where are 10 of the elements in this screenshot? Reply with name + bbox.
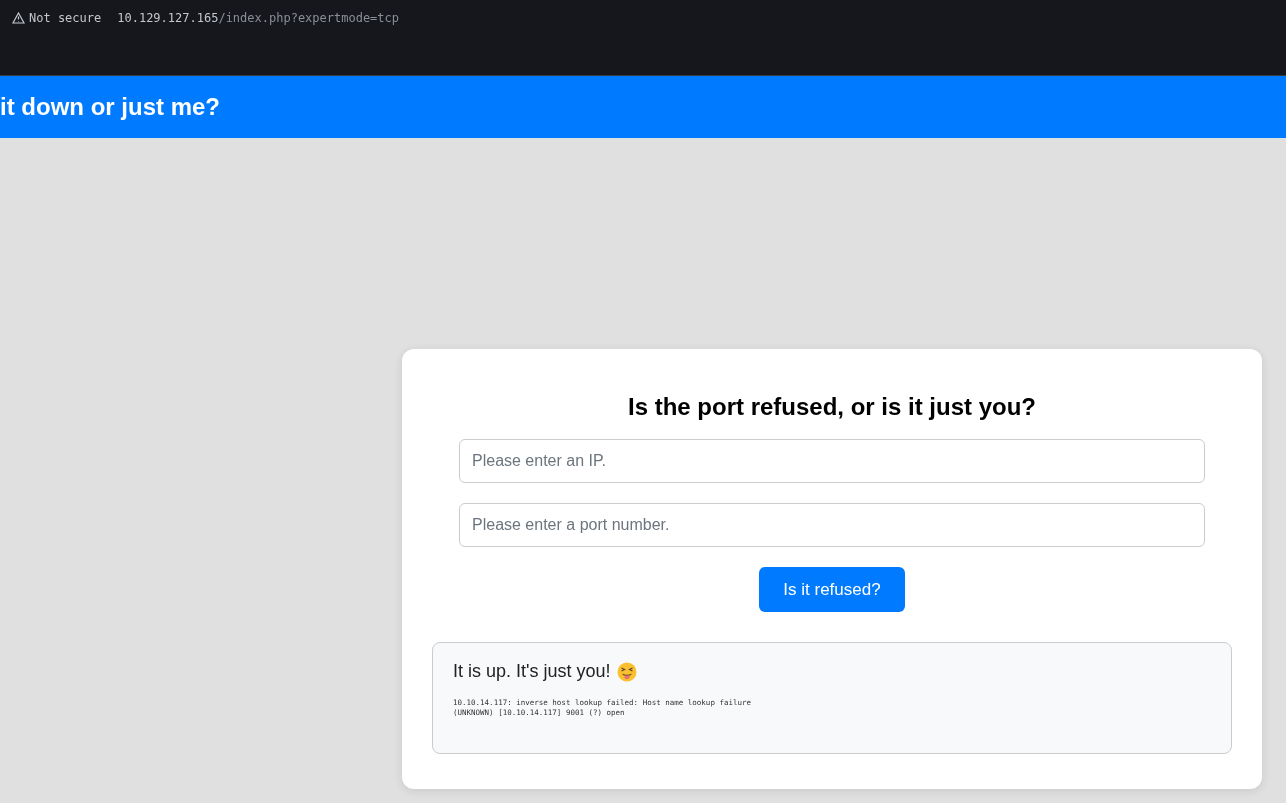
security-indicator[interactable]: Not secure xyxy=(12,11,102,25)
submit-button[interactable]: Is it refused? xyxy=(759,567,905,612)
address-bar[interactable]: 10.129.127.165/index.php?expertmode=tcp xyxy=(117,11,400,25)
site-title: it down or just me? xyxy=(0,93,220,121)
input-field[interactable]: Please enter a port number. xyxy=(459,503,1205,547)
tongue-face-icon xyxy=(616,661,637,682)
card-heading: Is the port refused, or is it just you? xyxy=(627,393,1036,421)
result-message: It is up. It's just you! xyxy=(453,661,611,682)
warning-icon xyxy=(12,12,25,24)
input-field[interactable]: Please enter an IP. xyxy=(459,439,1205,483)
